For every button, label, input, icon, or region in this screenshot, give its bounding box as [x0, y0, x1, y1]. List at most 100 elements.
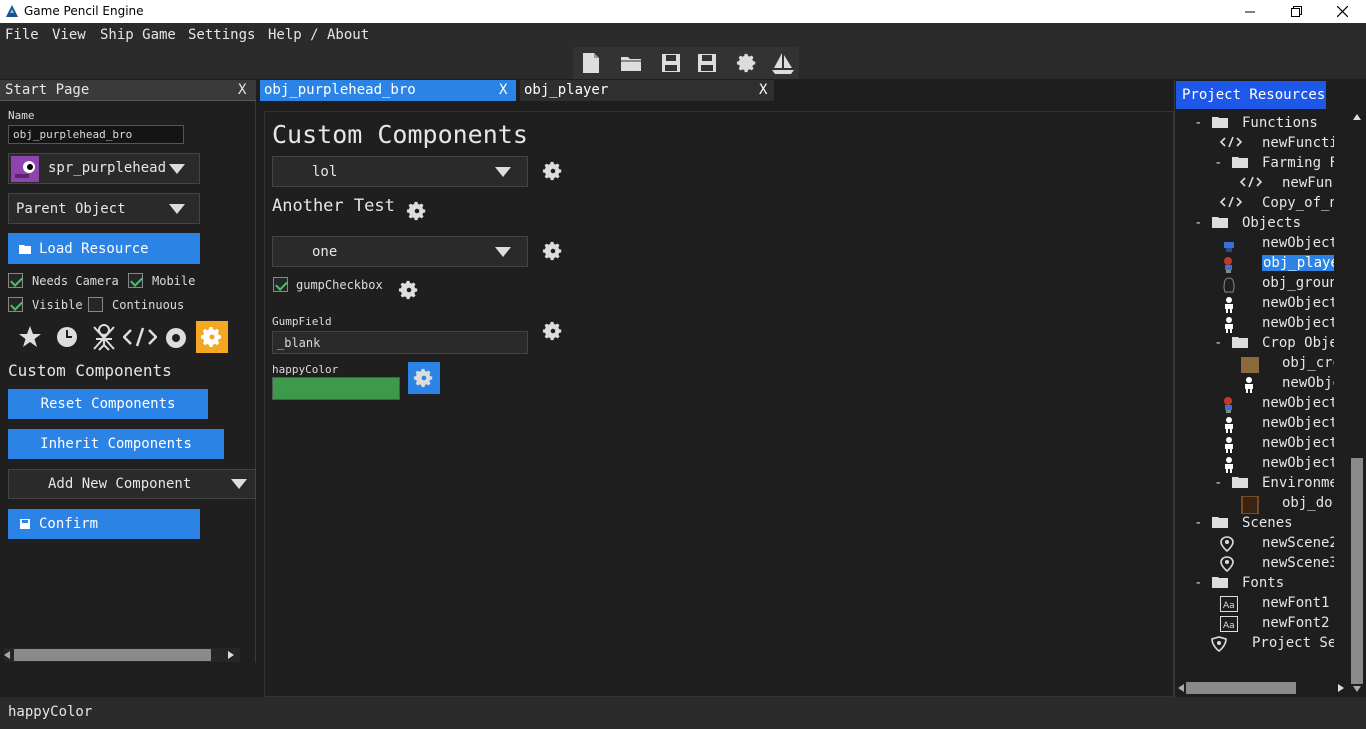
tree-folder[interactable]: - Environme: [1176, 474, 1334, 494]
menu-file[interactable]: File: [5, 27, 39, 43]
continuous-checkbox[interactable]: [88, 297, 103, 312]
visible-checkbox[interactable]: [8, 297, 23, 312]
tree-item[interactable]: Aa newFont1: [1176, 594, 1334, 614]
custom-components-tab[interactable]: [196, 321, 228, 353]
scroll-right-icon[interactable]: [228, 651, 234, 659]
restore-button[interactable]: [1273, 0, 1319, 23]
clock-icon[interactable]: [55, 325, 79, 349]
tree-item[interactable]: newObject: [1176, 414, 1334, 434]
gump-checkbox[interactable]: [273, 277, 288, 292]
start-page-tab[interactable]: Start Page X: [0, 80, 256, 101]
gump-field-input[interactable]: _blank: [272, 331, 528, 354]
collapse-toggle[interactable]: -: [1194, 215, 1202, 231]
new-project-button[interactable]: [578, 50, 604, 76]
project-resources-tab[interactable]: Project Resources: [1176, 81, 1326, 109]
happy-color-swatch[interactable]: [272, 377, 400, 400]
menu-view[interactable]: View: [52, 27, 86, 43]
tree-folder[interactable]: - Functions: [1176, 114, 1334, 134]
tree-item[interactable]: obj_playe: [1176, 254, 1334, 274]
gear-icon[interactable]: [406, 200, 428, 222]
tree-item[interactable]: obj_doc: [1176, 494, 1334, 514]
collapse-toggle[interactable]: -: [1194, 575, 1202, 591]
tree-item[interactable]: Copy_of_n: [1176, 194, 1334, 214]
gear-icon[interactable]: [542, 240, 564, 262]
collision-icon[interactable]: [91, 323, 117, 351]
settings-button[interactable]: [734, 50, 760, 76]
resource-vertical-scrollbar[interactable]: [1350, 112, 1364, 692]
toolbar: [0, 47, 1366, 79]
scroll-left-icon[interactable]: [1178, 684, 1184, 692]
tree-item[interactable]: Aa newFont2: [1176, 614, 1334, 634]
collapse-toggle[interactable]: -: [1214, 335, 1222, 351]
tab-close-button[interactable]: X: [499, 82, 507, 98]
tree-item[interactable]: obj_groun: [1176, 274, 1334, 294]
gear-icon[interactable]: [542, 160, 564, 182]
collapse-toggle[interactable]: -: [1194, 115, 1202, 131]
collapse-toggle[interactable]: -: [1214, 155, 1222, 171]
tree-item[interactable]: newObject: [1176, 394, 1334, 414]
star-icon[interactable]: [18, 325, 42, 349]
add-new-component-dropdown[interactable]: Add New Component: [8, 469, 256, 499]
reset-components-button[interactable]: Reset Components: [8, 389, 208, 419]
tree-folder[interactable]: - Farming F: [1176, 154, 1334, 174]
mobile-label: Mobile: [152, 274, 196, 288]
record-icon[interactable]: [164, 326, 188, 350]
scroll-right-icon[interactable]: [1338, 684, 1344, 692]
tab-obj-purplehead-bro[interactable]: obj_purplehead_bro X: [260, 80, 516, 101]
code-icon[interactable]: [123, 327, 157, 347]
tree-item[interactable]: newObject: [1176, 434, 1334, 454]
name-label: Name: [8, 109, 35, 122]
component-one-dropdown[interactable]: one: [272, 236, 528, 267]
tree-folder[interactable]: - Crop Obje: [1176, 334, 1334, 354]
tree-item[interactable]: newScene2: [1176, 534, 1334, 554]
resource-h-scroll-thumb[interactable]: [1186, 682, 1296, 694]
load-resource-button[interactable]: Load Resource: [8, 233, 200, 264]
parent-object-dropdown[interactable]: Parent Object: [8, 193, 200, 224]
needs-camera-checkbox[interactable]: [8, 273, 23, 288]
minimize-button[interactable]: [1227, 0, 1273, 23]
scroll-left-icon[interactable]: [4, 651, 10, 659]
tree-item[interactable]: newObject: [1176, 234, 1334, 254]
scroll-down-icon[interactable]: [1353, 686, 1361, 692]
collapse-toggle[interactable]: -: [1214, 475, 1222, 491]
resource-scroll-thumb[interactable]: [1351, 458, 1363, 684]
tree-item[interactable]: newScene3: [1176, 554, 1334, 574]
gear-icon[interactable]: [398, 279, 420, 301]
inherit-components-button[interactable]: Inherit Components: [8, 429, 224, 459]
gear-icon[interactable]: [542, 320, 564, 342]
save-button[interactable]: [658, 50, 684, 76]
tree-item[interactable]: Project Setti: [1176, 634, 1334, 654]
left-scroll-thumb[interactable]: [14, 649, 211, 661]
save-all-button[interactable]: [694, 50, 720, 76]
menu-help-about[interactable]: Help / About: [268, 27, 369, 43]
mobile-checkbox[interactable]: [128, 273, 143, 288]
tree-folder[interactable]: - Fonts: [1176, 574, 1334, 594]
tree-item[interactable]: newObje: [1176, 374, 1334, 394]
left-horizontal-scrollbar[interactable]: [4, 648, 240, 662]
resource-horizontal-scrollbar[interactable]: [1176, 681, 1348, 695]
sprite-dropdown[interactable]: spr_purplehead: [8, 153, 200, 184]
tab-close-button[interactable]: X: [759, 82, 767, 98]
folder-icon: [1212, 116, 1228, 128]
tree-folder[interactable]: - Scenes: [1176, 514, 1334, 534]
scroll-up-icon[interactable]: [1353, 114, 1361, 120]
tree-folder[interactable]: - Objects: [1176, 214, 1334, 234]
tree-item[interactable]: newObject: [1176, 454, 1334, 474]
menu-settings[interactable]: Settings: [188, 27, 255, 43]
happy-color-settings-button[interactable]: [408, 362, 440, 394]
tree-item[interactable]: obj_cro: [1176, 354, 1334, 374]
tree-item[interactable]: newObject: [1176, 294, 1334, 314]
collapse-toggle[interactable]: -: [1194, 515, 1202, 531]
close-window-button[interactable]: [1319, 0, 1365, 23]
ship-game-button[interactable]: [770, 50, 796, 76]
tree-item[interactable]: newFunc: [1176, 174, 1334, 194]
component-lol-dropdown[interactable]: lol: [272, 156, 528, 187]
tab-obj-player[interactable]: obj_player X: [520, 80, 774, 101]
tree-item[interactable]: newObject: [1176, 314, 1334, 334]
start-page-tab-close[interactable]: X: [238, 82, 246, 98]
name-input[interactable]: obj_purplehead_bro: [8, 125, 184, 144]
open-project-button[interactable]: [618, 50, 644, 76]
menu-ship-game[interactable]: Ship Game: [100, 27, 176, 43]
tree-item[interactable]: newFuncti: [1176, 134, 1334, 154]
confirm-button[interactable]: Confirm: [8, 509, 200, 539]
